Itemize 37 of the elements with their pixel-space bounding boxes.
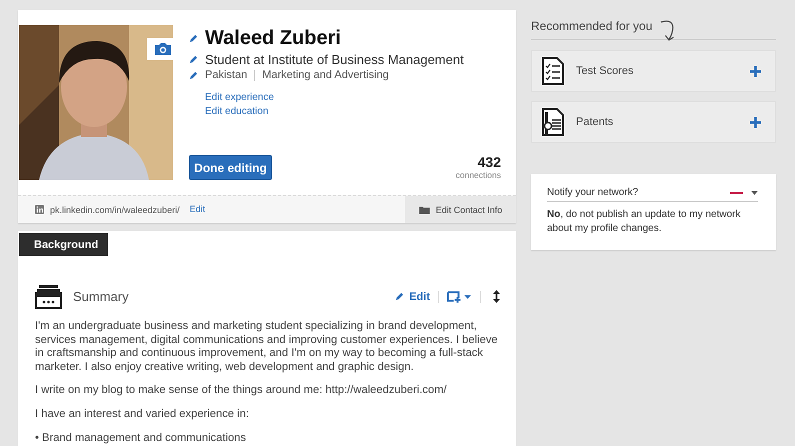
done-editing-button[interactable]: Done editing [189, 155, 272, 180]
background-tab[interactable]: Background [19, 233, 108, 256]
add-media-icon[interactable] [447, 290, 472, 302]
camera-icon [154, 42, 172, 56]
edit-button[interactable]: Edit [395, 290, 430, 302]
profile-url: pk.linkedin.com/in/waleedzuberi/ [50, 204, 180, 214]
add-icon[interactable] [750, 116, 761, 128]
recommendation-label: Test Scores [576, 65, 634, 77]
edit-link[interactable]: Edit education [205, 105, 268, 118]
summary-icon [35, 284, 62, 309]
connections-count: 432 [478, 155, 501, 170]
add-icon[interactable] [750, 66, 761, 76]
caret-icon [751, 190, 758, 194]
checklist-icon [542, 57, 564, 85]
edit-contact-info-button[interactable]: Edit Contact Info [405, 196, 516, 223]
section-title: Summary [73, 289, 129, 304]
profile-name: Waleed Zuberi [205, 26, 341, 51]
notify-description: No, do not publish an update to my network about my profile changes. [547, 208, 742, 236]
connections-label: connections [456, 170, 501, 180]
pencil-icon[interactable] [189, 34, 198, 42]
summary-paragraph: I have an interest and varied experience in: [35, 408, 250, 422]
linkedin-icon [35, 205, 44, 214]
notify-dropdown[interactable]: Notify your network? [547, 187, 758, 202]
recommended-heading: Recommended for you [531, 19, 652, 33]
summary-paragraph: • Brand management and communications [35, 432, 248, 446]
headline: Student at Institute of Business Management [205, 51, 464, 68]
certificate-icon [542, 108, 564, 136]
summary-paragraph: I write on my blog to make sense of the things around me: http://waleedzuberi.com/ [35, 384, 448, 398]
pencil-icon [395, 292, 404, 301]
reorder-icon[interactable] [493, 290, 500, 303]
edit-link[interactable]: Edit experience [205, 91, 274, 104]
edit-link[interactable]: Edit [190, 203, 206, 216]
location: Pakistan [205, 68, 248, 83]
industry: Marketing and Advertising [262, 68, 389, 83]
notify-label: Notify your network? [547, 187, 640, 198]
recommendation-label: Patents [576, 116, 614, 128]
summary-paragraph: I'm an undergraduate business and marketing student specializing in brand development, services management, digital communications and improving customer experiences. I believe in craftsmanship and continuous improvement, and I'm on my way to becoming a full-stack marketer. I also enjoy creative writing, web development and graphic design. [35, 320, 499, 374]
